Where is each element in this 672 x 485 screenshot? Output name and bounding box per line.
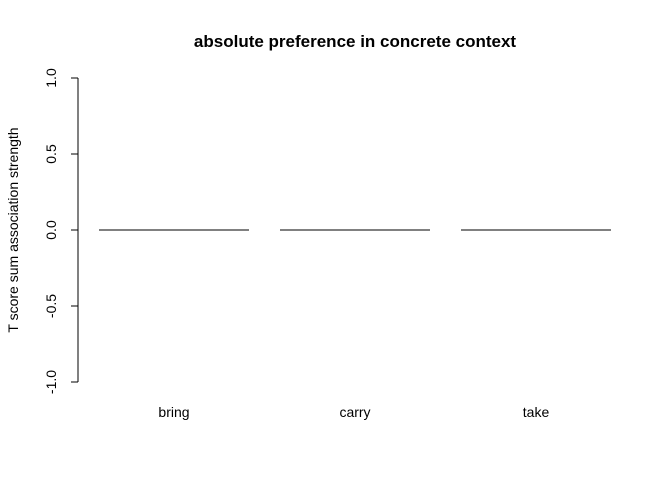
y-tick-label: -0.5 (43, 294, 59, 318)
chart-title: absolute preference in concrete context (194, 32, 516, 51)
y-tick-label: 0.0 (43, 220, 59, 240)
bar-chart: absolute preference in concrete context … (5, 32, 611, 420)
x-tick-label-carry: carry (339, 404, 370, 420)
x-tick-label-bring: bring (158, 404, 189, 420)
y-axis-label: T score sum association strength (5, 127, 21, 332)
x-axis-labels: bring carry take (158, 404, 549, 420)
y-axis: -1.0 -0.5 0.0 0.5 1.0 (43, 68, 79, 394)
y-tick-label: 1.0 (43, 68, 59, 88)
x-tick-label-take: take (523, 404, 550, 420)
chart-container: absolute preference in concrete context … (0, 0, 672, 480)
y-tick-label: -1.0 (43, 370, 59, 394)
y-tick-label: 0.5 (43, 144, 59, 164)
